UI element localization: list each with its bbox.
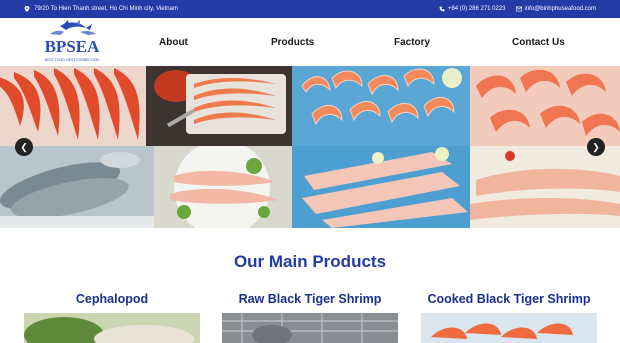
mail-icon [515,6,522,12]
hero-collage [0,66,620,228]
section-heading: Our Main Products [233,252,387,271]
product-title-cephalopod[interactable]: Cephalopod [24,292,200,306]
shrimp-photo-1 [0,66,146,146]
shrimp-photo-3 [292,66,470,146]
shrimp-photo-2 [146,66,292,146]
location-pin-icon [24,6,30,12]
main-nav: About Products Factory Contact Us [0,18,620,66]
email-text[interactable]: info@binhphuseafood.com [525,6,596,12]
site-header: BPSEA BEST FOOD, BEST CONNECTION About P… [0,18,620,66]
nav-products[interactable]: Products [271,37,314,48]
address-block: 79/20 To Hien Thanh street, Ho Chi Minh … [24,6,178,12]
nav-contact-us[interactable]: Contact Us [512,37,565,48]
product-title-cooked-shrimp[interactable]: Cooked Black Tiger Shrimp [416,292,602,306]
product-title-raw-shrimp[interactable]: Raw Black Tiger Shrimp [212,292,408,306]
carousel-next-button[interactable]: ❯ [587,138,605,156]
fish-photo-1 [0,146,154,228]
product-image-raw-shrimp[interactable] [222,313,398,343]
product-image-cooked-shrimp[interactable] [421,313,597,343]
fish-photo-2 [154,146,292,228]
shrimp-photo-4 [470,66,620,146]
carousel-prev-button[interactable]: ❮ [15,138,33,156]
phone-block[interactable]: +84 (0) 286 271 0223 [439,6,506,12]
phone-icon [439,6,445,12]
product-image-cephalopod[interactable] [24,313,200,343]
chevron-left-icon: ❮ [20,141,28,152]
fish-photo-3 [292,146,470,228]
nav-about[interactable]: About [159,37,188,48]
address-text: 79/20 To Hien Thanh street, Ho Chi Minh … [34,6,178,12]
chevron-right-icon: ❯ [592,141,600,152]
email-block[interactable]: info@binhphuseafood.com [515,6,596,12]
nav-factory[interactable]: Factory [394,37,430,48]
phone-text[interactable]: +84 (0) 286 271 0223 [448,6,506,12]
fish-photo-4 [470,146,620,228]
top-info-bar: 79/20 To Hien Thanh street, Ho Chi Minh … [0,0,620,18]
